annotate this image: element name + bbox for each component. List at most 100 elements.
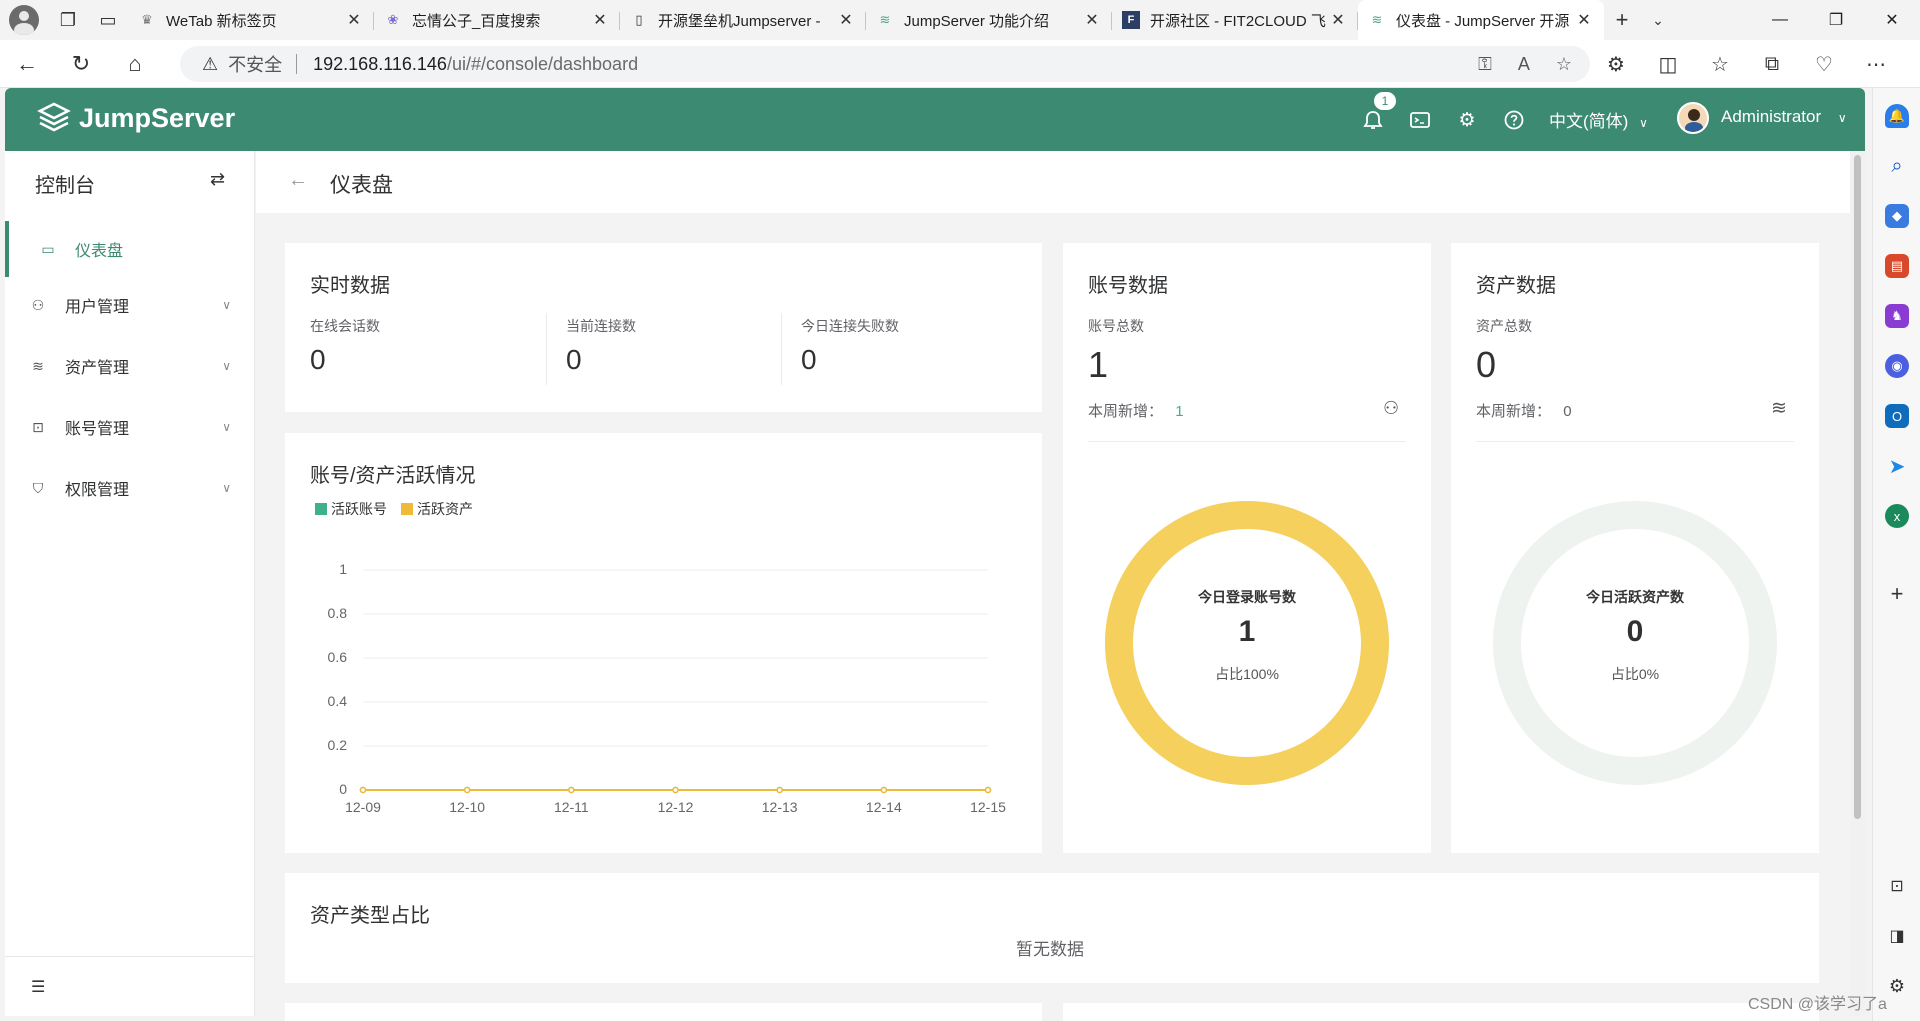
content-scrollbar[interactable] <box>1850 151 1865 1016</box>
user-menu[interactable]: Administrator ∨ <box>1721 107 1847 127</box>
sidebar-item-assets[interactable]: ≋ 资产管理 ∨ <box>5 342 255 390</box>
toolbox-icon[interactable]: ▤ <box>1885 254 1909 278</box>
data-point <box>880 786 888 794</box>
chevron-down-icon: ∨ <box>222 481 231 495</box>
terminal-icon[interactable] <box>1408 108 1432 132</box>
sidebar-toggle-icon[interactable]: ◨ <box>1885 924 1909 948</box>
chevron-down-icon: ∨ <box>222 420 231 434</box>
collapse-sidebar-button[interactable]: ☰ <box>5 956 255 1016</box>
sidebar-item-label: 权限管理 <box>65 482 130 499</box>
x-tick-label: 12-09 <box>345 799 381 815</box>
x-tick-label: 12-13 <box>762 799 798 815</box>
user-avatar[interactable] <box>1677 102 1709 134</box>
bottom-card-right <box>1063 1003 1819 1021</box>
sidebar-item-users[interactable]: ⚇ 用户管理 ∨ <box>5 281 255 329</box>
shopping-tag-icon[interactable]: ◆ <box>1885 204 1909 228</box>
reload-icon[interactable]: ↻ <box>54 44 108 84</box>
language-selector[interactable]: 中文(简体) ∨ <box>1549 107 1648 132</box>
minimize-icon[interactable]: — <box>1752 0 1808 40</box>
donut-value: 0 <box>1626 615 1644 648</box>
browser-essentials-icon[interactable]: ♡ <box>1798 52 1850 77</box>
activity-chart-card: 账号/资产活跃情况 活跃账号 活跃资产 0 0.2 0.4 0.6 0.8 1 12-09 1… <box>285 433 1042 853</box>
donut-label: 今日登录账号数 <box>1198 589 1296 605</box>
favorites-icon[interactable]: ☆ <box>1694 52 1746 77</box>
browser-tab-4[interactable]: F 开源社区 - FIT2CLOUD 飞 ✕ <box>1112 0 1358 40</box>
dashboard-icon: ▭ <box>41 240 55 257</box>
notification-bell-icon[interactable] <box>1361 108 1385 132</box>
view-switch-icon[interactable]: ⇄ <box>210 169 225 190</box>
card-title: 账号数据 <box>1088 275 1168 297</box>
security-label[interactable]: 不安全 <box>228 51 282 77</box>
key-icon[interactable]: ⚿ <box>1478 54 1492 75</box>
donut-ratio: 占比100% <box>1215 666 1279 682</box>
settings-gear-icon[interactable]: ⚙ <box>1455 108 1479 132</box>
browser-tab-3[interactable]: ≋ JumpServer 功能介绍 ✕ <box>866 0 1112 40</box>
add-icon[interactable]: + <box>1885 581 1909 606</box>
scrollbar-thumb[interactable] <box>1854 155 1861 819</box>
close-icon[interactable]: ✕ <box>836 10 856 30</box>
chevron-down-icon: ∨ <box>1639 116 1648 130</box>
browser-tab-1[interactable]: ❀ 忘情公子_百度搜索 ✕ <box>374 0 620 40</box>
bottom-card-left <box>285 1003 1042 1021</box>
restore-icon[interactable]: ❐ <box>1808 0 1864 40</box>
send-icon[interactable]: ➤ <box>1885 454 1909 478</box>
stat-label: 在线会话数 <box>310 318 380 334</box>
close-icon[interactable]: ✕ <box>1328 10 1348 30</box>
weekly-label-text: 本周新增： <box>1088 403 1164 420</box>
back-icon[interactable]: ← <box>0 44 54 84</box>
close-icon[interactable]: ✕ <box>344 10 364 30</box>
read-aloud-icon[interactable]: A <box>1518 54 1530 75</box>
x-tick-label: 12-15 <box>970 799 1006 815</box>
sidebar-item-dashboard[interactable]: ▭ 仪表盘 <box>5 221 255 277</box>
card-title: 资产数据 <box>1476 275 1556 297</box>
weekly-label: 本周新增： 1 <box>1088 400 1184 421</box>
x-tick-label: 12-11 <box>554 799 589 815</box>
data-point <box>984 786 992 794</box>
brand-logo[interactable]: JumpServer <box>37 101 235 135</box>
close-icon[interactable]: ✕ <box>1574 10 1594 30</box>
collections-icon[interactable]: ⧉ <box>1746 53 1798 76</box>
url-path: /ui/#/console/dashboard <box>446 53 639 74</box>
stat-value: 0 <box>801 344 817 375</box>
accounts-card: 账号数据 账号总数 1 本周新增： 1 ⚇ 今日登录账号数 1 占比100% <box>1063 243 1431 853</box>
search-icon[interactable]: ⌕ <box>1885 154 1909 178</box>
more-menu-icon[interactable]: ⋯ <box>1850 52 1902 77</box>
outlook-icon[interactable]: O <box>1885 404 1909 428</box>
screenshot-icon[interactable]: ⊡ <box>1885 874 1909 898</box>
chevron-down-icon: ∨ <box>222 359 231 373</box>
help-icon[interactable] <box>1502 108 1526 132</box>
profile-button[interactable] <box>6 2 42 38</box>
sidebar-item-permissions[interactable]: ⛉ 权限管理 ∨ <box>5 464 255 512</box>
weekly-label-text: 本周新增： <box>1476 403 1552 420</box>
browser-tab-0[interactable]: ♛ WeTab 新标签页 ✕ <box>128 0 374 40</box>
browser-tab-2[interactable]: ▯ 开源堡垒机Jumpserver - ✕ <box>620 0 866 40</box>
browser-tab-5-active[interactable]: ≋ 仪表盘 - JumpServer 开源 ✕ <box>1358 0 1604 40</box>
xmind-icon[interactable]: x <box>1885 504 1909 528</box>
extensions-icon[interactable]: ⚙ <box>1590 52 1642 77</box>
back-arrow-icon[interactable]: ← <box>288 169 308 192</box>
settings-icon[interactable]: ⚙ <box>1885 974 1909 998</box>
fit2cloud-icon: F <box>1122 11 1140 29</box>
home-icon[interactable]: ⌂ <box>108 44 162 84</box>
bell-icon[interactable]: 🔔 <box>1885 104 1909 128</box>
workspaces-icon[interactable]: ❐ <box>48 2 88 38</box>
edge-sidebar: 🔔 ⌕ ◆ ▤ ♞ ◉ O ➤ x + ⊡ ◨ ⚙ <box>1872 88 1920 1021</box>
divider <box>546 313 547 385</box>
sidebar-item-accounts[interactable]: ⊡ 账号管理 ∨ <box>5 403 255 451</box>
url-field[interactable]: ⚠ 不安全 192.168.116.146 /ui/#/console/dash… <box>180 46 1590 82</box>
close-icon[interactable]: ✕ <box>1082 10 1102 30</box>
divider <box>781 313 782 385</box>
new-tab-icon[interactable]: + <box>1604 2 1640 38</box>
page-header: ← 仪表盘 <box>256 151 1850 213</box>
favorite-star-icon[interactable]: ☆ <box>1556 54 1572 75</box>
tab-list-chevron-icon[interactable]: ⌄ <box>1640 2 1676 38</box>
split-screen-icon[interactable]: ◫ <box>1642 52 1694 77</box>
account-icon: ⊡ <box>32 418 44 435</box>
close-icon[interactable]: ✕ <box>590 10 610 30</box>
omnibox-actions: ⚿ A ☆ <box>1478 46 1572 82</box>
total-value: 0 <box>1476 344 1497 385</box>
copilot-icon[interactable]: ◉ <box>1885 354 1909 378</box>
tab-actions-icon[interactable]: ▭ <box>88 2 128 38</box>
games-icon[interactable]: ♞ <box>1885 304 1909 328</box>
window-close-icon[interactable]: ✕ <box>1864 0 1920 40</box>
